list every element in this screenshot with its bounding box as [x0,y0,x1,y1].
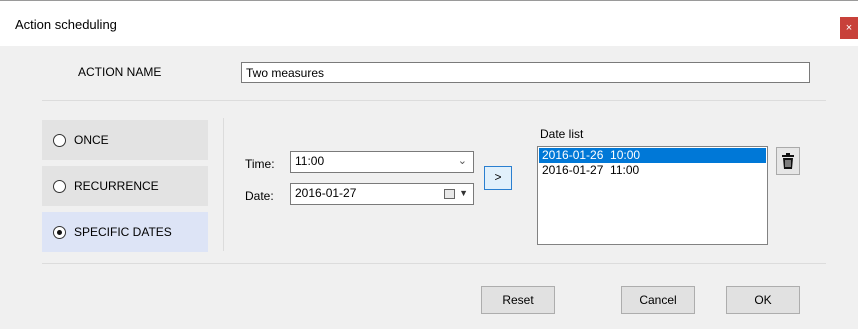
add-date-button[interactable]: > [484,166,512,190]
list-item[interactable]: 2016-01-27 11:00 [539,163,766,178]
date-label: Date: [245,189,274,203]
delete-date-button[interactable] [776,147,800,175]
mode-divider [223,118,224,251]
chevron-down-icon[interactable]: ⌄ [458,154,467,167]
bottom-divider [42,263,826,264]
action-name-label: ACTION NAME [78,65,162,79]
date-picker[interactable]: 2016-01-27 ▼ [290,183,474,205]
time-combobox[interactable]: 11:00 ⌄ [290,151,474,173]
calendar-icon[interactable] [444,189,455,199]
title-bar: Action scheduling × [0,0,858,46]
cancel-button[interactable]: Cancel [621,286,695,314]
dropdown-arrow-icon[interactable]: ▼ [459,188,468,198]
time-label: Time: [245,157,275,171]
date-value: 2016-01-27 [295,186,357,200]
close-button[interactable]: × [840,17,858,39]
mode-once-label: ONCE [74,133,109,147]
date-list[interactable]: 2016-01-26 10:00 2016-01-27 11:00 [537,146,768,245]
dialog-body: ACTION NAME ONCE RECURRENCE SPECIFIC DAT… [0,46,858,329]
radio-once[interactable] [53,133,66,147]
date-list-label: Date list [540,127,584,141]
window-title: Action scheduling [15,17,117,32]
reset-button[interactable]: Reset [481,286,555,314]
list-item[interactable]: 2016-01-26 10:00 [539,148,766,163]
time-value: 11:00 [295,154,325,168]
action-name-input[interactable] [241,62,810,83]
radio-specific-dates[interactable] [53,225,66,239]
mode-specific-dates-label: SPECIFIC DATES [74,225,172,239]
mode-recurrence-label: RECURRENCE [74,179,159,193]
ok-button[interactable]: OK [726,286,800,314]
mode-specific-dates[interactable]: SPECIFIC DATES [42,212,208,252]
top-divider [42,100,826,101]
mode-once[interactable]: ONCE [42,120,208,160]
trash-icon [782,153,794,169]
radio-recurrence[interactable] [53,179,66,193]
close-icon: × [845,22,853,34]
mode-recurrence[interactable]: RECURRENCE [42,166,208,206]
